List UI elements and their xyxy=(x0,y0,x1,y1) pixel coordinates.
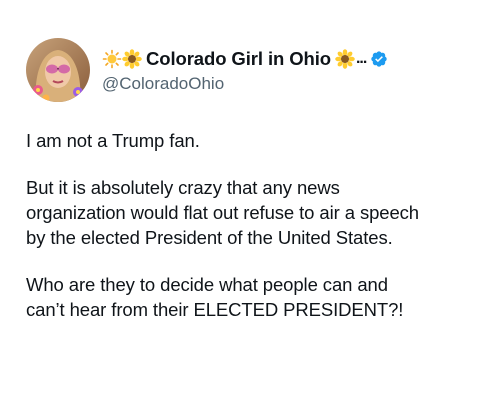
tweet-paragraph: I am not a Trump fan. xyxy=(26,130,200,151)
verified-badge-icon[interactable] xyxy=(370,50,388,68)
sunflower-emoji-icon xyxy=(335,49,355,69)
tweet-paragraph: But it is absolutely crazy that any news… xyxy=(26,177,419,248)
sunflower-emoji-icon xyxy=(122,49,142,69)
tweet-card: Colorado Girl in Ohio ... @ColoradoOhio … xyxy=(0,0,500,400)
tweet-text: I am not a Trump fan. But it is absolute… xyxy=(26,128,486,344)
tweet-header: Colorado Girl in Ohio ... @ColoradoOhio xyxy=(26,38,388,102)
name-ellipsis: ... xyxy=(355,50,367,67)
author-names: Colorado Girl in Ohio ... @ColoradoOhio xyxy=(102,46,388,94)
display-name-row[interactable]: Colorado Girl in Ohio ... xyxy=(102,46,388,72)
display-name[interactable]: Colorado Girl in Ohio xyxy=(146,48,331,70)
sun-emoji-icon xyxy=(102,49,122,69)
author-handle[interactable]: @ColoradoOhio xyxy=(102,74,388,94)
avatar[interactable] xyxy=(26,38,90,102)
tweet-paragraph: Who are they to decide what people can a… xyxy=(26,274,404,320)
